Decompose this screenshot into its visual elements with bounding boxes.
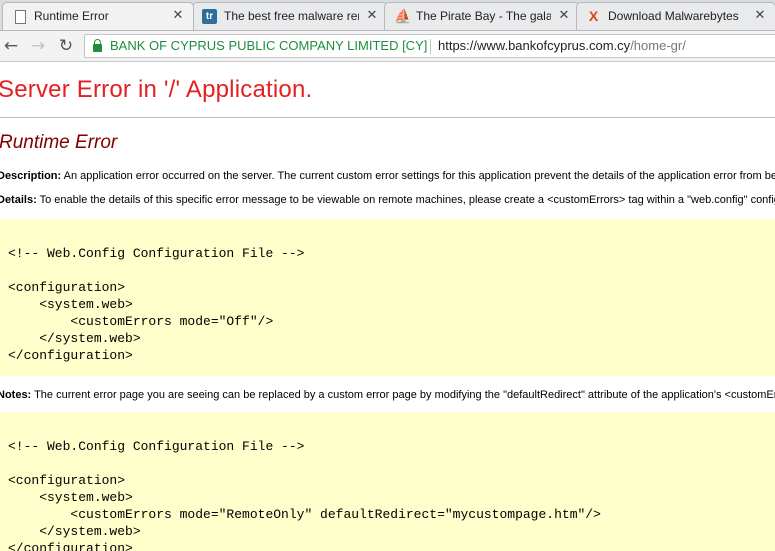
page-title: Server Error in '/' Application. xyxy=(0,76,313,103)
malwarebytes-icon: X xyxy=(588,8,599,24)
tab-title: Download Malwarebytes xyxy=(608,9,739,23)
url-path: /home-gr/ xyxy=(630,38,686,53)
code-block-2: <!-- Web.Config Configuration File --> <… xyxy=(0,412,775,551)
address-bar[interactable]: BANK OF CYPRUS PUBLIC COMPANY LIMITED [C… xyxy=(84,34,775,58)
tab-title: The Pirate Bay - The galaxy's xyxy=(416,9,551,23)
tab-runtime-error[interactable]: Runtime Error ✕ xyxy=(2,2,194,30)
close-icon[interactable]: ✕ xyxy=(754,9,766,22)
url-text[interactable]: https://www.bankofcyprus.com.cy/home-gr/ xyxy=(438,38,686,54)
browser-toolbar: ← → ↻ BANK OF CYPRUS PUBLIC COMPANY LIMI… xyxy=(0,31,775,62)
lock-icon xyxy=(93,39,102,52)
details-paragraph: Details: To enable the details of this s… xyxy=(0,193,775,207)
reload-icon[interactable]: ↻ xyxy=(56,36,76,56)
back-icon[interactable]: ← xyxy=(1,36,21,56)
close-icon[interactable]: ✕ xyxy=(366,9,378,22)
tab-title: Runtime Error xyxy=(34,9,109,23)
close-icon[interactable]: ✕ xyxy=(172,9,184,22)
code-sample-1: <!-- Web.Config Configuration File --> <… xyxy=(8,246,305,363)
close-icon[interactable]: ✕ xyxy=(558,9,570,22)
details-label: Details: xyxy=(0,194,37,206)
address-separator xyxy=(430,39,431,54)
tab-title: The best free malware removal xyxy=(224,9,359,23)
description-text: An application error occurred on the ser… xyxy=(63,170,775,182)
divider xyxy=(0,117,775,118)
document-icon xyxy=(15,10,26,24)
description-paragraph: Description: An application error occurr… xyxy=(0,169,775,183)
notes-label: Notes: xyxy=(0,389,32,401)
pirate-ship-icon: ⛵ xyxy=(394,8,412,24)
details-text: To enable the details of this specific e… xyxy=(39,194,775,206)
code-sample-2: <!-- Web.Config Configuration File --> <… xyxy=(8,439,601,551)
notes-paragraph: Notes: The current error page you are se… xyxy=(0,388,775,402)
ev-certificate-label[interactable]: BANK OF CYPRUS PUBLIC COMPANY LIMITED [C… xyxy=(110,38,427,54)
forward-icon[interactable]: → xyxy=(28,36,48,56)
tab-strip: Runtime Error ✕ tr The best free malware… xyxy=(0,0,775,31)
code-block-1: <!-- Web.Config Configuration File --> <… xyxy=(0,219,775,376)
notes-text: The current error page you are seeing ca… xyxy=(34,389,775,401)
url-host: https://www.bankofcyprus.com.cy xyxy=(438,38,631,53)
page-content: Server Error in '/' Application. Runtime… xyxy=(0,62,775,551)
error-subtitle: Runtime Error xyxy=(0,132,118,153)
tab-pirate-bay[interactable]: ⛵ The Pirate Bay - The galaxy's ✕ xyxy=(384,2,580,30)
tab-malwarebytes[interactable]: X Download Malwarebytes ✕ xyxy=(576,2,775,30)
tab-malware-removal[interactable]: tr The best free malware removal ✕ xyxy=(192,2,388,30)
tr-icon: tr xyxy=(202,9,217,24)
description-label: Description: xyxy=(0,170,62,182)
